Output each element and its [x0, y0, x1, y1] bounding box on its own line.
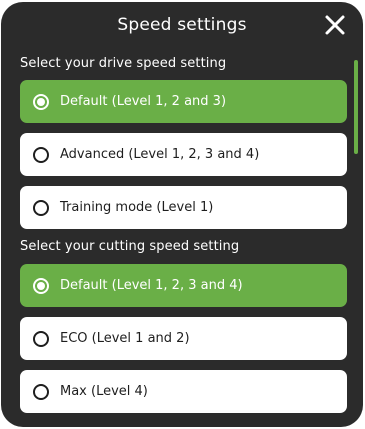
option-label: Default (Level 1, 2 and 3) [60, 94, 227, 109]
option-label: Default (Level 1, 2, 3 and 4) [60, 278, 243, 293]
settings-scroll-area[interactable]: Select your drive speed setting Default … [1, 48, 363, 427]
option-label: Training mode (Level 1) [60, 200, 214, 215]
radio-selected-icon [33, 277, 49, 294]
drive-speed-section-label: Select your drive speed setting [20, 56, 227, 71]
close-icon [325, 15, 345, 35]
radio-unselected-icon [33, 383, 49, 400]
cutting-option-eco[interactable]: ECO (Level 1 and 2) [20, 317, 347, 360]
option-label: Advanced (Level 1, 2, 3 and 4) [60, 147, 260, 162]
scrollbar-thumb[interactable] [354, 60, 358, 154]
speed-settings-dialog: Speed settings Select your drive speed s… [1, 2, 363, 427]
cutting-option-max[interactable]: Max (Level 4) [20, 370, 347, 413]
radio-unselected-icon [33, 199, 49, 216]
dialog-header: Speed settings [1, 2, 363, 48]
drive-option-advanced[interactable]: Advanced (Level 1, 2, 3 and 4) [20, 133, 347, 176]
drive-option-training[interactable]: Training mode (Level 1) [20, 186, 347, 229]
radio-unselected-icon [33, 330, 49, 347]
cutting-option-default[interactable]: Default (Level 1, 2, 3 and 4) [20, 264, 347, 307]
option-label: Max (Level 4) [60, 384, 148, 399]
radio-unselected-icon [33, 146, 49, 163]
option-label: ECO (Level 1 and 2) [60, 331, 190, 346]
radio-selected-icon [33, 93, 49, 110]
drive-option-default[interactable]: Default (Level 1, 2 and 3) [20, 80, 347, 123]
cutting-speed-section-label: Select your cutting speed setting [20, 239, 240, 254]
close-button[interactable] [321, 11, 349, 39]
dialog-title: Speed settings [117, 15, 247, 35]
